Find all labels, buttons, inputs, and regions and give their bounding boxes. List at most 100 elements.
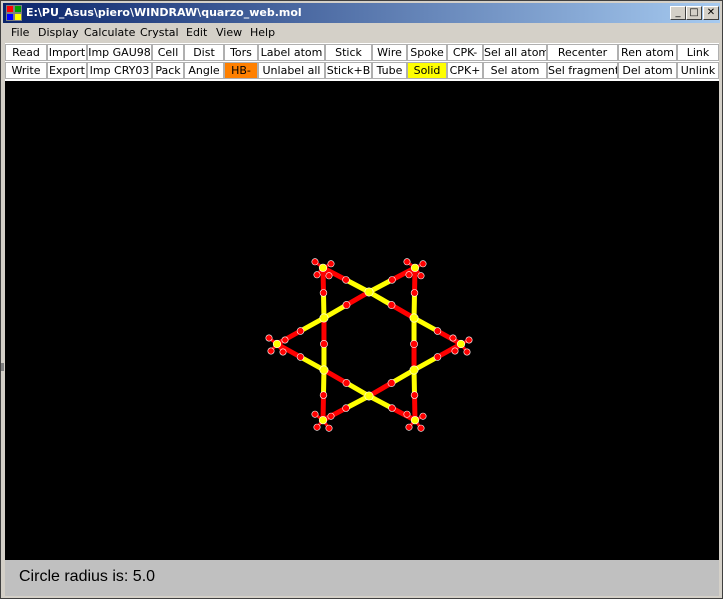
oxygen-atom[interactable] [281,336,289,344]
oxygen-atom[interactable] [313,423,321,431]
oxygen-atom[interactable] [325,272,333,280]
stick-b-button[interactable]: Stick+B [325,62,372,79]
silicon-atom[interactable] [456,339,466,349]
silicon-atom[interactable] [409,313,419,323]
oxygen-atom[interactable] [419,412,427,420]
oxygen-atom[interactable] [433,353,442,361]
link-button[interactable]: Link [677,44,719,61]
ren-atom-button[interactable]: Ren atom [618,44,677,61]
oxygen-atom[interactable] [410,340,418,348]
oxygen-atom[interactable] [311,258,319,266]
oxygen-atom[interactable] [463,348,471,356]
spoke-button[interactable]: Spoke [407,44,447,61]
menu-calculate[interactable]: Calculate [84,26,135,39]
cell-button[interactable]: Cell [152,44,184,61]
oxygen-atom[interactable] [410,289,419,297]
oxygen-atom[interactable] [451,347,459,355]
close-button[interactable]: ✕ [703,6,719,20]
recenter-button[interactable]: Recenter [547,44,618,61]
title-bar[interactable]: E:\PU_Asus\piero\WINDRAW\quarzo_web.mol … [3,3,720,23]
oxygen-atom[interactable] [419,260,427,268]
silicon-atom[interactable] [318,416,328,425]
minimize-icon: _ [675,7,681,18]
oxygen-atom[interactable] [265,334,273,342]
oxygen-atom[interactable] [342,404,350,412]
quartz-structure-render[interactable] [5,81,719,560]
imp-cry03-button[interactable]: Imp CRY03 [87,62,152,79]
silicon-atom[interactable] [364,391,374,401]
oxygen-atom[interactable] [417,424,425,432]
oxygen-atom[interactable] [387,301,396,309]
application-window: E:\PU_Asus\piero\WINDRAW\quarzo_web.mol … [0,0,723,599]
oxygen-atom[interactable] [342,276,350,284]
del-atom-button[interactable]: Del atom [618,62,677,79]
silicon-atom[interactable] [409,365,419,375]
hb-minus-button[interactable]: HB- [224,62,258,79]
menu-crystal[interactable]: Crystal [140,26,179,39]
silicon-atom[interactable] [319,313,329,323]
oxygen-atom[interactable] [319,391,328,399]
oxygen-atom[interactable] [279,348,287,356]
dist-button[interactable]: Dist [184,44,224,61]
oxygen-atom[interactable] [313,271,321,279]
oxygen-atom[interactable] [311,410,319,418]
minimize-button[interactable]: _ [670,6,686,20]
export-button[interactable]: Export [47,62,87,79]
silicon-atom[interactable] [410,416,420,425]
oxygen-atom[interactable] [327,260,335,268]
oxygen-atom[interactable] [296,327,305,335]
oxygen-atom[interactable] [405,423,413,431]
cpk-minus-button[interactable]: CPK- [447,44,483,61]
write-button[interactable]: Write [5,62,47,79]
silicon-atom[interactable] [319,365,329,375]
unlink-button[interactable]: Unlink [677,62,719,79]
maximize-button[interactable]: □ [686,6,702,20]
silicon-atom[interactable] [272,339,282,349]
oxygen-atom[interactable] [410,391,419,399]
import-button[interactable]: Import [47,44,87,61]
sel-atom-button[interactable]: Sel atom [483,62,547,79]
oxygen-atom[interactable] [449,334,457,342]
oxygen-atom[interactable] [325,424,333,432]
read-button[interactable]: Read [5,44,47,61]
oxygen-atom[interactable] [319,289,328,297]
oxygen-atom[interactable] [388,404,396,412]
solid-button[interactable]: Solid [407,62,447,79]
oxygen-atom[interactable] [267,347,275,355]
sel-all-atom-button[interactable]: Sel all atom [483,44,547,61]
menu-help[interactable]: Help [250,26,275,39]
unlabel-all-button[interactable]: Unlabel all [258,62,325,79]
oxygen-atom[interactable] [387,379,396,387]
wire-button[interactable]: Wire [372,44,407,61]
oxygen-atom[interactable] [327,412,335,420]
oxygen-atom[interactable] [320,340,328,348]
oxygen-atom[interactable] [433,327,442,335]
oxygen-atom[interactable] [403,410,411,418]
oxygen-atom[interactable] [342,379,351,387]
menu-display[interactable]: Display [38,26,79,39]
menu-file[interactable]: File [11,26,29,39]
menu-view[interactable]: View [216,26,242,39]
oxygen-atom[interactable] [342,301,351,309]
silicon-atom[interactable] [364,287,374,297]
sel-fragment-button[interactable]: Sel fragment [547,62,618,79]
silicon-atom[interactable] [318,263,328,272]
oxygen-atom[interactable] [296,353,305,361]
oxygen-atom[interactable] [388,276,396,284]
tors-button[interactable]: Tors [224,44,258,61]
app-icon[interactable] [6,5,22,21]
oxygen-atom[interactable] [465,336,473,344]
oxygen-atom[interactable] [417,272,425,280]
stick-button[interactable]: Stick [325,44,372,61]
label-atom-button[interactable]: Label atom [258,44,325,61]
tube-button[interactable]: Tube [372,62,407,79]
silicon-atom[interactable] [410,263,420,272]
molecule-viewer-canvas[interactable] [5,81,719,560]
oxygen-atom[interactable] [403,258,411,266]
cpk-plus-button[interactable]: CPK+ [447,62,483,79]
imp-gau98-button[interactable]: Imp GAU98 [87,44,152,61]
angle-button[interactable]: Angle [184,62,224,79]
menu-edit[interactable]: Edit [186,26,207,39]
oxygen-atom[interactable] [405,271,413,279]
pack-button[interactable]: Pack [152,62,184,79]
